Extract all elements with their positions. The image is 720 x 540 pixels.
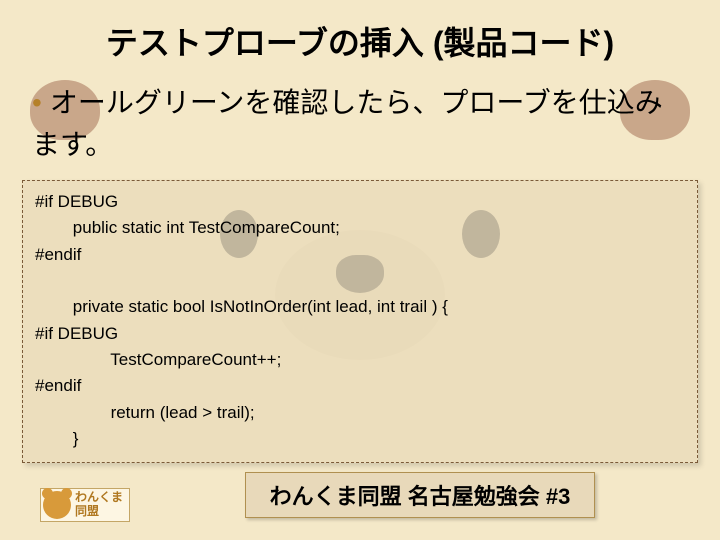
bullet-text: オールグリーンを確認したら、プローブを仕込みます。 bbox=[32, 87, 663, 160]
logo-text: わんくま 同盟 bbox=[75, 491, 123, 519]
code-line-8: #endif bbox=[35, 376, 81, 395]
code-line-5: private static bool IsNotInOrder(int lea… bbox=[35, 297, 448, 316]
logo-line1: わんくま bbox=[75, 491, 123, 505]
bullet-line: •オールグリーンを確認したら、プローブを仕込みます。 bbox=[0, 64, 720, 166]
code-line-7: TestCompareCount++; bbox=[35, 350, 281, 369]
code-line-9: return (lead > trail); bbox=[35, 403, 255, 422]
code-line-3: #endif bbox=[35, 245, 81, 264]
slide-title: テストプローブの挿入 (製品コード) bbox=[0, 0, 720, 64]
code-line-6: #if DEBUG bbox=[35, 324, 118, 343]
footer-title: わんくま同盟 名古屋勉強会 #3 bbox=[245, 472, 596, 518]
code-line-1: #if DEBUG bbox=[35, 192, 118, 211]
code-block: #if DEBUG public static int TestCompareC… bbox=[22, 180, 698, 463]
logo-line2: 同盟 bbox=[75, 505, 123, 519]
bullet-marker: • bbox=[32, 87, 42, 118]
bear-logo-icon bbox=[43, 491, 71, 519]
code-line-2: public static int TestCompareCount; bbox=[35, 218, 340, 237]
footer: わんくま 同盟 わんくま同盟 名古屋勉強会 #3 bbox=[0, 472, 720, 518]
code-line-10: } bbox=[35, 429, 78, 448]
logo-box: わんくま 同盟 bbox=[40, 488, 130, 522]
